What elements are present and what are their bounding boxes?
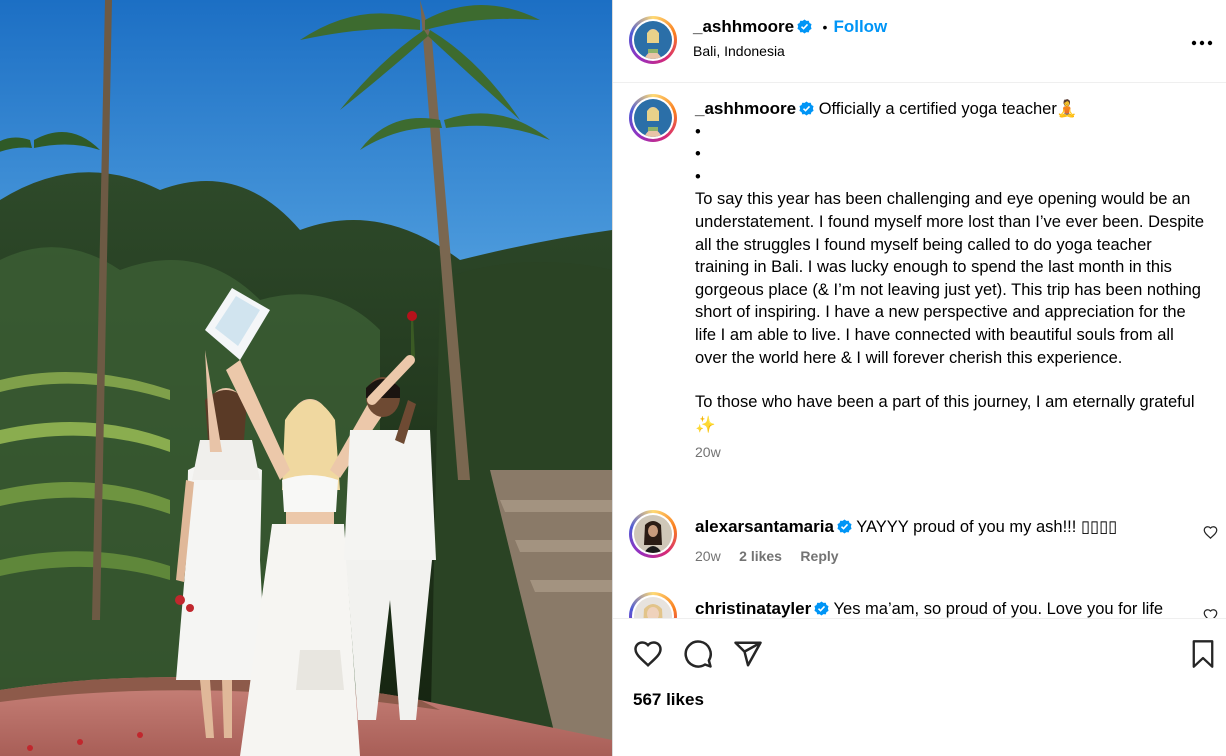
more-options-dots — [1191, 40, 1213, 46]
post-image — [0, 0, 612, 756]
post-location[interactable]: Bali, Indonesia — [693, 43, 785, 59]
post-header: _ashhmoore • Follow Bali, Indonesia — [613, 0, 1226, 83]
follow-button[interactable]: Follow — [833, 17, 887, 36]
caption-dot-2: • — [695, 145, 701, 164]
post-likes-count[interactable]: 567 likes — [633, 690, 704, 710]
avatar-photo — [634, 21, 672, 59]
caption: _ashhmoore Officially a certified yoga t… — [695, 98, 1209, 460]
post-actions-bar — [613, 618, 1226, 756]
heart-icon[interactable] — [633, 639, 663, 669]
comment-emoji-placeholders: ▯▯▯▯ — [1080, 518, 1118, 536]
caption-paragraph-2: To those who have been a part of this jo… — [695, 391, 1209, 436]
comment-text: YAYYY proud of you my ash!!! — [856, 518, 1081, 536]
comment-icon[interactable] — [683, 639, 713, 669]
comment-timestamp[interactable]: 20w — [695, 548, 721, 564]
post-photo[interactable] — [0, 0, 612, 756]
comment-username[interactable]: alexarsantamaria — [695, 517, 834, 536]
share-icon[interactable] — [733, 639, 763, 669]
verified-badge-icon — [799, 101, 814, 116]
post-author-username[interactable]: _ashhmoore — [693, 17, 794, 36]
more-options-icon[interactable] — [1191, 26, 1213, 52]
caption-paragraph-2-text: To those who have been a part of this jo… — [695, 393, 1195, 412]
sparkles-emoji: ✨ — [695, 415, 716, 434]
comments-scroll-area[interactable]: _ashhmoore Officially a certified yoga t… — [613, 84, 1226, 618]
comment-username[interactable]: christinatayler — [695, 599, 811, 618]
verified-badge-icon — [814, 601, 829, 616]
caption-dot-3: • — [695, 167, 701, 186]
verified-badge-icon — [797, 19, 812, 34]
caption-dot-1: • — [695, 122, 701, 141]
caption-timestamp[interactable]: 20w — [695, 444, 1209, 460]
comment-like-heart-icon[interactable] — [1203, 608, 1218, 618]
comment-likes-count[interactable]: 2 likes — [739, 548, 782, 564]
comment: alexarsantamaria YAYYY proud of you my a… — [695, 516, 1195, 566]
comment-avatar[interactable] — [629, 510, 677, 558]
comment-avatar-photo — [634, 597, 672, 618]
comment-reply-button[interactable]: Reply — [800, 548, 838, 564]
comment-like-heart-icon[interactable] — [1203, 525, 1218, 540]
comment-text: Yes ma’am, so proud of you. Love you for… — [833, 600, 1164, 618]
caption-avatar-photo — [634, 99, 672, 137]
bookmark-icon[interactable] — [1189, 639, 1217, 669]
caption-headline: Officially a certified yoga teacher — [818, 100, 1057, 118]
comment-avatar-photo — [634, 515, 672, 553]
verified-badge-icon — [837, 519, 852, 534]
post-details-panel: _ashhmoore • Follow Bali, Indonesia _ash… — [612, 0, 1226, 756]
caption-username[interactable]: _ashhmoore — [695, 99, 796, 118]
comment: christinatayler Yes ma’am, so proud of y… — [695, 598, 1195, 618]
yoga-emoji: 🧘 — [1056, 100, 1078, 118]
comment-avatar[interactable] — [629, 592, 677, 618]
header-separator: • — [822, 19, 828, 35]
avatar[interactable] — [629, 16, 677, 64]
caption-avatar[interactable] — [629, 94, 677, 142]
caption-paragraph-1: To say this year has been challenging an… — [695, 190, 1205, 367]
